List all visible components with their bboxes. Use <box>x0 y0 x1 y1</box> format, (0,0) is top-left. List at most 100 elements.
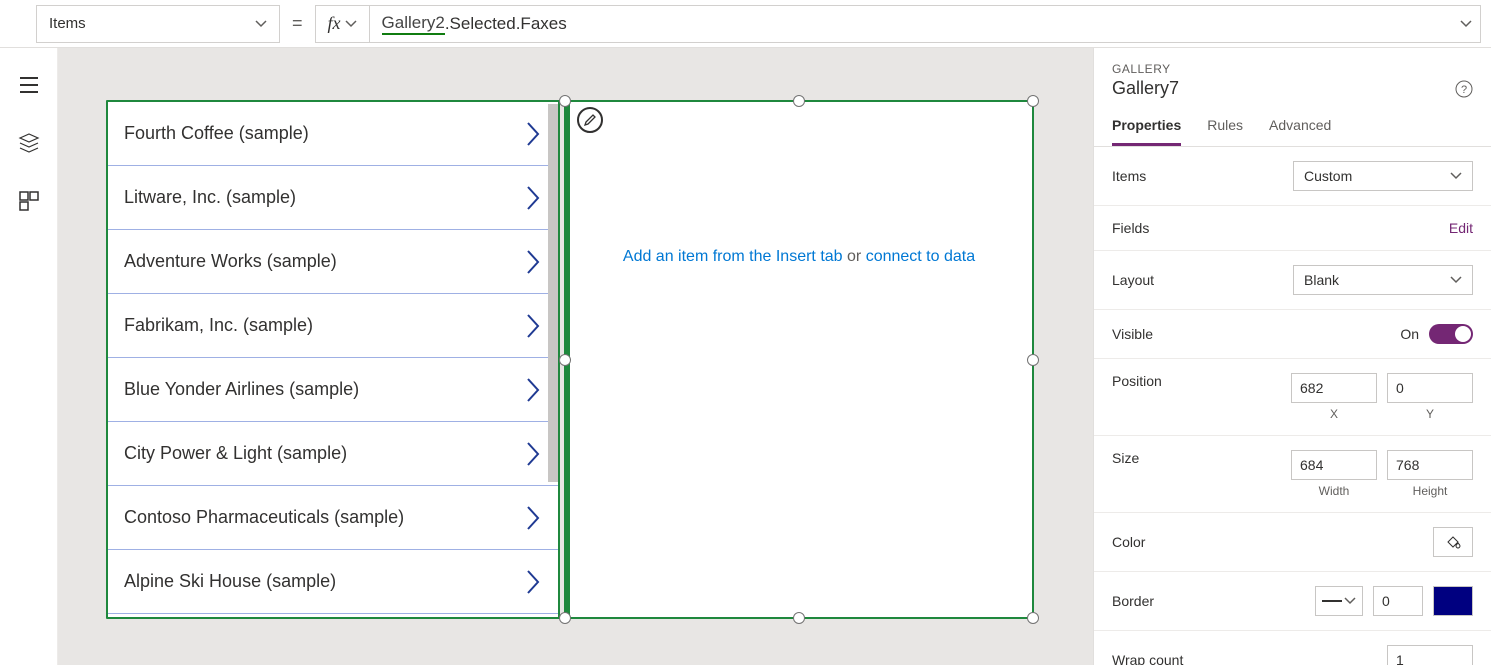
properties-panel: GALLERY Gallery7 ? Properties Rules Adva… <box>1093 48 1491 665</box>
list-item-label: Fourth Coffee (sample) <box>124 123 309 144</box>
scrollbar[interactable] <box>548 104 558 482</box>
row-size: Size Width Height <box>1094 436 1491 513</box>
border-width-input[interactable] <box>1373 586 1423 616</box>
layout-label: Layout <box>1112 272 1154 288</box>
list-item-label: Contoso Pharmaceuticals (sample) <box>124 507 404 528</box>
components-icon[interactable] <box>18 190 40 212</box>
panel-tabs: Properties Rules Advanced <box>1094 117 1491 147</box>
control-type-label: GALLERY <box>1112 62 1473 76</box>
wrap-count-input[interactable] <box>1387 645 1473 665</box>
chevron-down-icon[interactable] <box>1460 18 1472 30</box>
items-dropdown[interactable]: Custom <box>1293 161 1473 191</box>
chevron-right-icon <box>524 376 542 404</box>
tab-rules[interactable]: Rules <box>1207 117 1243 146</box>
position-label: Position <box>1112 373 1162 389</box>
or-text: or <box>843 248 866 265</box>
list-item[interactable]: Contoso Pharmaceuticals (sample) <box>108 486 558 550</box>
chevron-right-icon <box>524 568 542 596</box>
row-position: Position X Y <box>1094 359 1491 436</box>
visible-toggle[interactable] <box>1429 324 1473 344</box>
fx-label: fx <box>328 13 341 34</box>
size-width-input[interactable] <box>1291 450 1377 480</box>
chevron-right-icon <box>524 120 542 148</box>
row-items: Items Custom <box>1094 147 1491 206</box>
row-wrap-count: Wrap count <box>1094 631 1491 665</box>
resize-handle[interactable] <box>1027 612 1039 624</box>
property-dropdown-label: Items <box>49 15 86 32</box>
svg-text:?: ? <box>1461 84 1467 96</box>
chevron-right-icon <box>524 248 542 276</box>
pencil-icon <box>583 113 597 127</box>
list-item[interactable]: Alpine Ski House (sample) <box>108 550 558 614</box>
formula-bar: Items = fx Gallery2.Selected.Faxes <box>0 0 1491 48</box>
list-item-label: Blue Yonder Airlines (sample) <box>124 379 359 400</box>
chevron-right-icon <box>524 440 542 468</box>
row-layout: Layout Blank <box>1094 251 1491 310</box>
chevron-down-icon <box>1450 170 1462 182</box>
tree-view-icon[interactable] <box>18 132 40 154</box>
line-icon <box>1322 599 1342 603</box>
size-height-input[interactable] <box>1387 450 1473 480</box>
edit-pencil-button[interactable] <box>577 107 603 133</box>
chevron-down-icon <box>255 18 267 30</box>
chevron-right-icon <box>524 504 542 532</box>
add-item-link[interactable]: Add an item from the Insert tab <box>623 248 843 265</box>
equals-sign: = <box>292 13 303 34</box>
list-item[interactable]: Litware, Inc. (sample) <box>108 166 558 230</box>
fx-button[interactable]: fx <box>315 5 369 43</box>
formula-input[interactable]: Gallery2.Selected.Faxes <box>369 5 1481 43</box>
hamburger-icon[interactable] <box>18 74 40 96</box>
color-label: Color <box>1112 534 1145 550</box>
help-icon[interactable]: ? <box>1455 80 1473 98</box>
position-x-input[interactable] <box>1291 373 1377 403</box>
resize-handle[interactable] <box>559 354 571 366</box>
formula-rest: .Selected.Faxes <box>445 14 567 34</box>
resize-handle[interactable] <box>793 95 805 107</box>
chevron-right-icon <box>524 184 542 212</box>
row-fields: Fields Edit <box>1094 206 1491 251</box>
row-visible: Visible On <box>1094 310 1491 359</box>
wrap-count-label: Wrap count <box>1112 652 1183 665</box>
row-color: Color <box>1094 513 1491 572</box>
items-label: Items <box>1112 168 1146 184</box>
property-dropdown[interactable]: Items <box>36 5 280 43</box>
border-label: Border <box>1112 593 1154 609</box>
canvas[interactable]: Fourth Coffee (sample) Litware, Inc. (sam… <box>58 48 1093 665</box>
list-item[interactable]: Adventure Works (sample) <box>108 230 558 294</box>
resize-handle[interactable] <box>559 612 571 624</box>
connect-data-link[interactable]: connect to data <box>866 248 975 265</box>
border-style-dropdown[interactable] <box>1315 586 1363 616</box>
resize-handle[interactable] <box>1027 354 1039 366</box>
list-item[interactable]: Fourth Coffee (sample) <box>108 102 558 166</box>
gallery-accounts[interactable]: Fourth Coffee (sample) Litware, Inc. (sam… <box>106 100 560 619</box>
main-layout: Fourth Coffee (sample) Litware, Inc. (sam… <box>0 48 1491 665</box>
resize-handle[interactable] <box>1027 95 1039 107</box>
chevron-down-icon <box>1344 595 1356 607</box>
gallery-selected[interactable]: Add an item from the Insert tab or conne… <box>564 100 1034 619</box>
list-item-label: Alpine Ski House (sample) <box>124 571 336 592</box>
chevron-down-icon <box>345 18 357 30</box>
list-item-label: City Power & Light (sample) <box>124 443 347 464</box>
list-item[interactable]: Fabrikam, Inc. (sample) <box>108 294 558 358</box>
position-y-input[interactable] <box>1387 373 1473 403</box>
list-item-label: Litware, Inc. (sample) <box>124 187 296 208</box>
chevron-right-icon <box>524 312 542 340</box>
paint-icon <box>1445 534 1461 550</box>
list-item-label: Fabrikam, Inc. (sample) <box>124 315 313 336</box>
list-item-label: Adventure Works (sample) <box>124 251 337 272</box>
color-swatch[interactable] <box>1433 527 1473 557</box>
list-item[interactable]: City Power & Light (sample) <box>108 422 558 486</box>
tab-properties[interactable]: Properties <box>1112 117 1181 146</box>
fields-label: Fields <box>1112 220 1149 236</box>
tab-advanced[interactable]: Advanced <box>1269 117 1331 146</box>
layout-dropdown[interactable]: Blank <box>1293 265 1473 295</box>
control-name: Gallery7 <box>1112 78 1179 99</box>
left-toolbar <box>0 48 58 665</box>
resize-handle[interactable] <box>793 612 805 624</box>
formula-token-gallery2: Gallery2 <box>382 13 445 35</box>
list-item[interactable]: Blue Yonder Airlines (sample) <box>108 358 558 422</box>
fields-edit-link[interactable]: Edit <box>1449 220 1473 236</box>
resize-handle[interactable] <box>559 95 571 107</box>
border-color-swatch[interactable] <box>1433 586 1473 616</box>
visible-state: On <box>1400 326 1419 342</box>
